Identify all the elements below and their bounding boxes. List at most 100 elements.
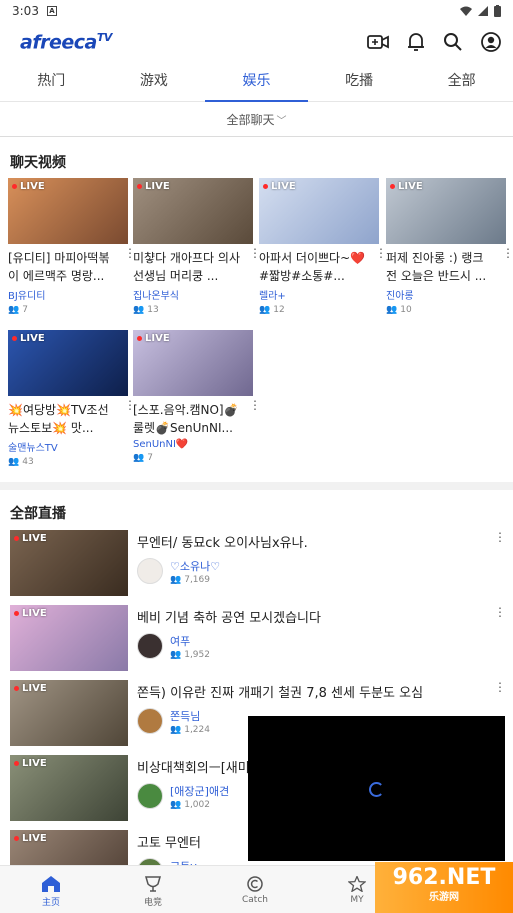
chat-video-card[interactable]: LIVE 퍼제 진아롱 :) 랭크전 오늘은 반드시 ... ⋮ 진아롱 👥 10 <box>386 178 513 315</box>
notification-bell-icon[interactable] <box>407 32 425 52</box>
more-options-icon[interactable]: ⋮ <box>494 531 506 543</box>
loading-spinner-icon <box>369 782 384 797</box>
live-thumbnail[interactable]: LIVE <box>10 755 128 821</box>
viewers-icon: 👥 <box>170 575 182 585</box>
broadcast-camera-icon[interactable] <box>367 33 389 51</box>
nav-label: Catch <box>242 895 268 905</box>
nav-item-catch[interactable]: Catch <box>204 866 306 913</box>
chat-video-card[interactable]: LIVE 💥여당방💥TV조선뉴스토보💥 맛... ⋮ 술맨뉴스TV 👥 43 <box>8 330 136 467</box>
star-icon <box>348 876 366 892</box>
streamer-avatar[interactable] <box>137 708 163 734</box>
wifi-icon <box>460 6 472 16</box>
more-options-icon[interactable]: ⋮ <box>375 247 387 259</box>
signal-icon <box>478 6 488 16</box>
live-badge: LIVE <box>14 683 47 694</box>
chat-video-card[interactable]: LIVE 미챻다 개아프다 의사선생님 머리쿵 ... ⋮ 집나온부식 👥 13 <box>133 178 261 315</box>
chat-video-card[interactable]: LIVE [유디티] 마피아떡볶이 에르맥주 명랑... ⋮ BJ유디티 👥 7 <box>8 178 136 315</box>
tab-entertainment[interactable]: 娱乐 <box>205 64 308 102</box>
more-options-icon[interactable]: ⋮ <box>494 606 506 618</box>
live-title[interactable]: 무엔터/ 동묘ck 오이사님x유나. <box>137 532 487 551</box>
live-list-item[interactable]: LIVE 무엔터/ 동묘ck 오이사님x유나. ♡소유나♡ 👥 7,169 ⋮ <box>10 530 510 598</box>
live-badge: LIVE <box>137 181 170 192</box>
more-options-icon[interactable]: ⋮ <box>502 247 513 259</box>
streamer-avatar[interactable] <box>137 558 163 584</box>
viewer-count: 👥 7 <box>8 305 28 315</box>
section-title-chat-videos: 聊天视频 <box>10 155 66 171</box>
viewers-icon: 👥 <box>133 305 145 315</box>
live-badge: LIVE <box>14 833 47 844</box>
live-title[interactable]: 쫀득) 이유란 진짜 개패기 철권 7,8 센세 두분도 오심 <box>137 682 487 701</box>
watermark-text: 962.NET <box>392 864 496 890</box>
search-icon[interactable] <box>443 32 463 52</box>
viewer-count: 👥 10 <box>386 305 412 315</box>
streamer-name[interactable]: 여푸 <box>170 633 190 649</box>
status-bar: 3:03 A <box>0 0 513 22</box>
live-badge: LIVE <box>390 181 423 192</box>
card-title[interactable]: 아파서 더이쁘다~❤️ #짧방#소통#... <box>259 249 379 285</box>
viewer-count: 👥 13 <box>133 305 159 315</box>
streamer-name[interactable]: 렐라+ <box>259 287 379 302</box>
chat-filter-dropdown[interactable]: 全部聊天 ﹀ <box>0 103 513 137</box>
more-options-icon[interactable]: ⋮ <box>249 399 261 411</box>
streamer-avatar[interactable] <box>137 633 163 659</box>
more-options-icon[interactable]: ⋮ <box>494 681 506 693</box>
streamer-name[interactable]: 쫀득님 <box>170 708 200 724</box>
card-title[interactable]: 미챻다 개아프다 의사선생님 머리쿵 ... <box>133 249 253 285</box>
home-icon <box>42 876 60 892</box>
tab-games[interactable]: 游戏 <box>103 64 206 101</box>
viewers-icon: 👥 <box>8 305 20 315</box>
nav-label: 电竞 <box>143 898 162 908</box>
afreecatv-logo[interactable]: afreecaTV <box>20 31 112 53</box>
card-title[interactable]: [스포.음악.캠NO]💣룰렛💣SenUnNI... <box>133 401 253 437</box>
category-tabs: 热门 游戏 娱乐 吃播 全部 <box>0 64 513 102</box>
more-options-icon[interactable]: ⋮ <box>249 247 261 259</box>
viewers-icon: 👥 <box>170 725 182 735</box>
trophy-icon <box>145 876 161 892</box>
streamer-name[interactable]: [애장군]애견 <box>170 783 229 799</box>
video-thumbnail[interactable]: LIVE <box>8 178 128 244</box>
section-divider <box>0 482 513 490</box>
card-title[interactable]: [유디티] 마피아떡볶이 에르맥주 명랑... <box>8 249 128 285</box>
streamer-name[interactable]: BJ유디티 <box>8 287 128 302</box>
viewer-count: 👥 12 <box>259 305 285 315</box>
tab-mukbang[interactable]: 吃播 <box>308 64 411 101</box>
tab-hot[interactable]: 热门 <box>0 64 103 101</box>
profile-avatar-icon[interactable] <box>481 32 501 52</box>
streamer-name[interactable]: 진아롱 <box>386 287 506 302</box>
status-time: 3:03 <box>12 4 39 18</box>
video-thumbnail[interactable]: LIVE <box>386 178 506 244</box>
mini-video-player[interactable] <box>248 716 505 861</box>
streamer-name[interactable]: SenUnNI❤️ <box>133 439 253 450</box>
chevron-down-icon: ﹀ <box>276 116 287 127</box>
watermark-subtext: 乐游网 <box>428 891 459 903</box>
nav-item-home[interactable]: 主页 <box>0 866 102 913</box>
streamer-avatar[interactable] <box>137 783 163 809</box>
live-thumbnail[interactable]: LIVE <box>10 530 128 596</box>
streamer-name[interactable]: ♡소유나♡ <box>170 558 220 574</box>
live-title[interactable]: 베비 기념 축하 공연 모시겠습니다 <box>137 607 487 626</box>
live-thumbnail[interactable]: LIVE <box>10 605 128 671</box>
chat-video-card[interactable]: LIVE 아파서 더이쁘다~❤️ #짧방#소통#... ⋮ 렐라+ 👥 12 <box>259 178 387 315</box>
viewer-count: 👥 1,952 <box>170 650 210 660</box>
live-thumbnail[interactable]: LIVE <box>10 680 128 746</box>
live-badge: LIVE <box>12 181 45 192</box>
streamer-name[interactable]: 술맨뉴스TV <box>8 439 128 454</box>
filter-label: 全部聊天 <box>226 113 275 127</box>
video-thumbnail[interactable]: LIVE <box>133 330 253 396</box>
notification-badge-icon: A <box>46 6 57 16</box>
nav-item-esports[interactable]: 电竞 <box>102 866 204 913</box>
video-thumbnail[interactable]: LIVE <box>259 178 379 244</box>
viewer-count: 👥 43 <box>8 457 34 467</box>
viewers-icon: 👥 <box>8 457 20 467</box>
card-title[interactable]: 💥여당방💥TV조선뉴스토보💥 맛... <box>8 401 128 437</box>
tab-all[interactable]: 全部 <box>410 64 513 101</box>
live-list-item[interactable]: LIVE 베비 기념 축하 공연 모시겠습니다 여푸 👥 1,952 ⋮ <box>10 605 510 673</box>
video-thumbnail[interactable]: LIVE <box>133 178 253 244</box>
battery-icon <box>494 5 501 17</box>
chat-video-card[interactable]: LIVE [스포.음악.캠NO]💣룰렛💣SenUnNI... ⋮ SenUnNI… <box>133 330 261 463</box>
streamer-name[interactable]: 집나온부식 <box>133 287 253 302</box>
viewers-icon: 👥 <box>170 800 182 810</box>
live-badge: LIVE <box>14 533 47 544</box>
video-thumbnail[interactable]: LIVE <box>8 330 128 396</box>
card-title[interactable]: 퍼제 진아롱 :) 랭크전 오늘은 반드시 ... <box>386 249 506 285</box>
